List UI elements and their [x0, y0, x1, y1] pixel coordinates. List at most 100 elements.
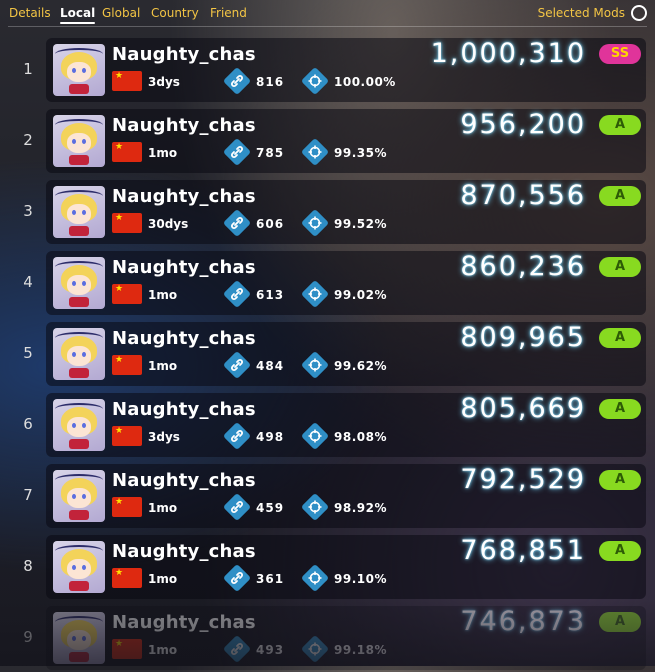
score-value: 805,669: [460, 393, 586, 424]
player-name[interactable]: Naughty_chas: [112, 328, 256, 349]
score-value: 768,851: [460, 535, 586, 566]
china-flag-icon: ★: [112, 213, 142, 233]
score-row[interactable]: 4 Naughty_chas ★ 1mo 613 99.02% 860,236 …: [0, 251, 655, 317]
tab-local[interactable]: Local: [60, 6, 96, 24]
grade-badge: A: [599, 541, 641, 561]
score-card[interactable]: Naughty_chas ★ 3dys 816 100.00% 1,000,31…: [46, 38, 646, 102]
score-card[interactable]: Naughty_chas ★ 1mo 361 99.10% 768,851 A: [46, 535, 646, 599]
player-name[interactable]: Naughty_chas: [112, 399, 256, 420]
player-name[interactable]: Naughty_chas: [112, 186, 256, 207]
max-combo: 785: [256, 146, 285, 160]
score-value: 746,873: [460, 606, 586, 637]
rank-number: 8: [23, 557, 33, 575]
rank-number: 4: [23, 273, 33, 291]
accuracy: 98.08%: [334, 430, 387, 444]
rank-number: 6: [23, 415, 33, 433]
max-combo: 361: [256, 572, 285, 586]
crosshair-icon: [300, 421, 330, 451]
score-age: 3dys: [148, 75, 180, 89]
avatar[interactable]: [53, 328, 105, 380]
player-name[interactable]: Naughty_chas: [112, 612, 256, 633]
score-row[interactable]: 5 Naughty_chas ★ 1mo 484 99.62% 809,965 …: [0, 322, 655, 388]
score-age: 1mo: [148, 501, 178, 515]
score-card[interactable]: Naughty_chas ★ 30dys 606 99.52% 870,556 …: [46, 180, 646, 244]
crosshair-icon: [300, 563, 330, 593]
grade-badge: A: [599, 186, 641, 206]
max-combo: 484: [256, 359, 285, 373]
score-card[interactable]: Naughty_chas ★ 1mo 785 99.35% 956,200 A: [46, 109, 646, 173]
link-icon: [222, 634, 252, 664]
avatar[interactable]: [53, 115, 105, 167]
score-age: 1mo: [148, 359, 178, 373]
max-combo: 498: [256, 430, 285, 444]
tab-divider: [8, 26, 647, 27]
crosshair-icon: [300, 137, 330, 167]
link-icon: [222, 492, 252, 522]
score-card[interactable]: Naughty_chas ★ 3dys 498 98.08% 805,669 A: [46, 393, 646, 457]
avatar[interactable]: [53, 399, 105, 451]
crosshair-icon: [300, 208, 330, 238]
selected-mods-toggle[interactable]: Selected Mods: [538, 5, 647, 21]
score-value: 809,965: [460, 322, 586, 353]
max-combo: 816: [256, 75, 285, 89]
score-age: 1mo: [148, 643, 178, 657]
score-value: 1,000,310: [430, 38, 586, 69]
rank-number: 9: [23, 628, 33, 646]
crosshair-icon: [300, 66, 330, 96]
tab-global[interactable]: Global: [102, 6, 140, 20]
avatar[interactable]: [53, 44, 105, 96]
rank-number: 7: [23, 486, 33, 504]
max-combo: 459: [256, 501, 285, 515]
player-name[interactable]: Naughty_chas: [112, 470, 256, 491]
accuracy: 100.00%: [334, 75, 396, 89]
score-age: 1mo: [148, 146, 178, 160]
rank-number: 1: [23, 60, 33, 78]
score-row[interactable]: 7 Naughty_chas ★ 1mo 459 98.92% 792,529 …: [0, 464, 655, 530]
player-name[interactable]: Naughty_chas: [112, 257, 256, 278]
grade-badge: A: [599, 257, 641, 277]
link-icon: [222, 563, 252, 593]
accuracy: 99.10%: [334, 572, 387, 586]
avatar[interactable]: [53, 257, 105, 309]
avatar[interactable]: [53, 186, 105, 238]
score-row[interactable]: 9 Naughty_chas ★ 1mo 493 99.18% 746,873 …: [0, 606, 655, 672]
crosshair-icon: [300, 634, 330, 664]
avatar[interactable]: [53, 541, 105, 593]
grade-badge: SS: [599, 44, 641, 64]
score-card[interactable]: Naughty_chas ★ 1mo 484 99.62% 809,965 A: [46, 322, 646, 386]
tab-country[interactable]: Country: [151, 6, 199, 20]
score-age: 1mo: [148, 288, 178, 302]
link-icon: [222, 137, 252, 167]
grade-badge: A: [599, 612, 641, 632]
crosshair-icon: [300, 350, 330, 380]
score-value: 792,529: [460, 464, 586, 495]
score-row[interactable]: 3 Naughty_chas ★ 30dys 606 99.52% 870,55…: [0, 180, 655, 246]
player-name[interactable]: Naughty_chas: [112, 115, 256, 136]
china-flag-icon: ★: [112, 639, 142, 659]
china-flag-icon: ★: [112, 355, 142, 375]
radio-circle-icon[interactable]: [631, 5, 647, 21]
tab-friend[interactable]: Friend: [210, 6, 247, 20]
score-row[interactable]: 2 Naughty_chas ★ 1mo 785 99.35% 956,200 …: [0, 109, 655, 175]
grade-badge: A: [599, 115, 641, 135]
score-card[interactable]: Naughty_chas ★ 1mo 613 99.02% 860,236 A: [46, 251, 646, 315]
max-combo: 493: [256, 643, 285, 657]
rank-number: 2: [23, 131, 33, 149]
player-name[interactable]: Naughty_chas: [112, 44, 256, 65]
china-flag-icon: ★: [112, 497, 142, 517]
accuracy: 99.52%: [334, 217, 387, 231]
avatar[interactable]: [53, 612, 105, 664]
score-row[interactable]: 8 Naughty_chas ★ 1mo 361 99.10% 768,851 …: [0, 535, 655, 601]
score-card[interactable]: Naughty_chas ★ 1mo 493 99.18% 746,873 A: [46, 606, 646, 670]
avatar[interactable]: [53, 470, 105, 522]
score-age: 30dys: [148, 217, 189, 231]
score-row[interactable]: 6 Naughty_chas ★ 3dys 498 98.08% 805,669…: [0, 393, 655, 459]
score-row[interactable]: 1 Naughty_chas ★ 3dys 816 100.00% 1,000,…: [0, 38, 655, 104]
score-card[interactable]: Naughty_chas ★ 1mo 459 98.92% 792,529 A: [46, 464, 646, 528]
player-name[interactable]: Naughty_chas: [112, 541, 256, 562]
tab-details[interactable]: Details: [9, 6, 51, 20]
score-value: 956,200: [460, 109, 586, 140]
accuracy: 98.92%: [334, 501, 387, 515]
score-value: 860,236: [460, 251, 586, 282]
china-flag-icon: ★: [112, 568, 142, 588]
